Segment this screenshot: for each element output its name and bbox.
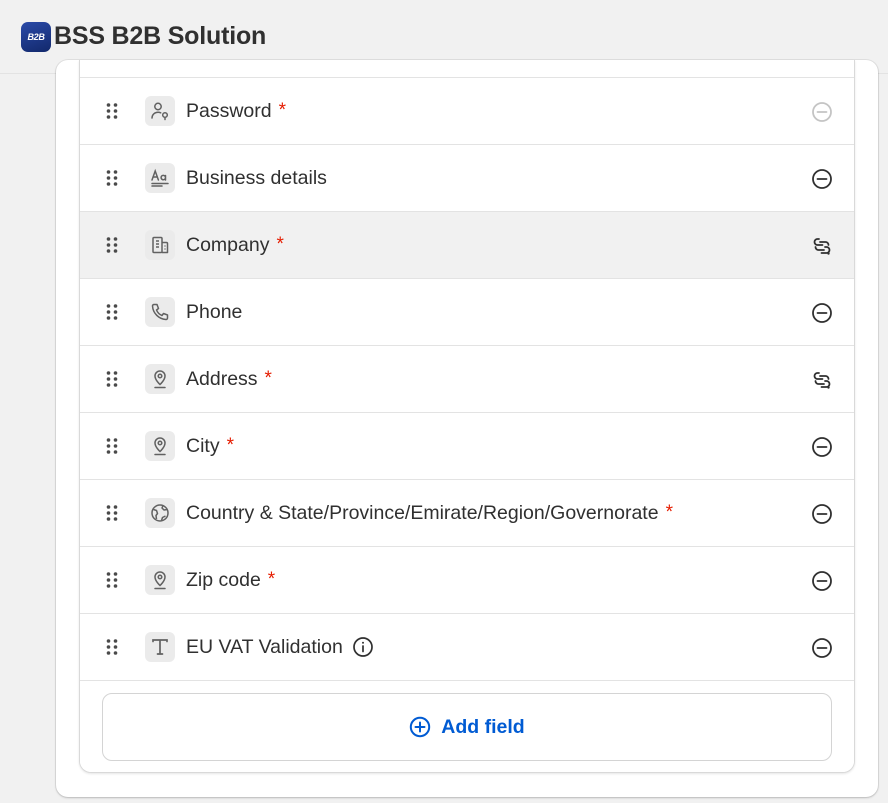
field-row[interactable]: Business details (80, 144, 854, 211)
location-pin-icon (145, 364, 175, 394)
field-label-text: Business details (186, 166, 327, 189)
field-label: Password * (186, 78, 286, 144)
remove-circle-disabled-icon (810, 100, 834, 124)
add-field-section: Add field (80, 680, 854, 772)
required-marker: * (665, 502, 673, 523)
field-label-text: Phone (186, 300, 243, 323)
drag-handle[interactable] (105, 236, 119, 254)
remove-circle-icon[interactable] (810, 435, 834, 459)
app-title: BSS B2B Solution (54, 22, 267, 50)
drag-handle[interactable] (105, 638, 119, 656)
building-icon (145, 230, 175, 260)
required-marker: * (278, 100, 287, 121)
field-row[interactable]: Zip code * (80, 546, 854, 613)
drag-handle-icon[interactable] (105, 370, 119, 388)
remove-circle-icon[interactable] (810, 301, 834, 325)
add-field-label: Add field (441, 715, 525, 738)
location-pin-icon (145, 565, 175, 595)
drag-handle[interactable] (105, 102, 119, 120)
field-label: Business details (186, 145, 327, 211)
field-label: Country & State/Province/Emirate/Region/… (186, 480, 673, 546)
required-marker: * (226, 435, 234, 456)
drag-handle[interactable] (105, 303, 119, 321)
field-label-text: Address (186, 367, 258, 390)
required-marker: * (267, 569, 276, 590)
drag-handle-icon[interactable] (105, 169, 119, 187)
field-label-text: Zip code (186, 568, 261, 591)
field-row[interactable]: Country & State/Province/Emirate/Region/… (80, 479, 854, 546)
field-label: Phone (186, 279, 242, 345)
field-row[interactable]: Password * (80, 77, 854, 144)
field-label: Company * (186, 212, 284, 278)
drag-handle[interactable] (105, 370, 119, 388)
field-label-text: City (186, 434, 220, 457)
field-row[interactable]: Phone (80, 278, 854, 345)
plus-circle-icon (410, 716, 431, 738)
person-lock-icon (145, 96, 175, 126)
fields-list-card: Password * Business details Company * Phone Ad… (79, 60, 855, 773)
add-field-button[interactable]: Add field (102, 693, 832, 761)
text-font-icon (145, 163, 175, 193)
drag-handle[interactable] (105, 169, 119, 187)
drag-handle[interactable] (105, 504, 119, 522)
fields-list: Password * Business details Company * Phone Ad… (80, 77, 854, 680)
drag-handle-icon[interactable] (105, 236, 119, 254)
drag-handle-icon[interactable] (105, 638, 119, 656)
remove-circle-icon[interactable] (810, 502, 834, 526)
location-pin-icon (145, 431, 175, 461)
field-label-text: Password (186, 99, 272, 122)
app-logo: B2B (21, 21, 51, 52)
drag-handle-icon[interactable] (105, 303, 119, 321)
drag-handle-icon[interactable] (105, 571, 119, 589)
drag-handle[interactable] (105, 437, 119, 455)
info-icon[interactable] (352, 636, 374, 658)
field-row[interactable]: EU VAT Validation (80, 613, 854, 680)
field-label: Zip code * (186, 547, 275, 613)
required-marker: * (264, 368, 272, 389)
connected-link-icon[interactable] (810, 368, 834, 392)
drag-handle-icon[interactable] (105, 504, 119, 522)
field-label: City * (186, 413, 234, 479)
field-row[interactable]: City * (80, 412, 854, 479)
field-row[interactable]: Address * (80, 345, 854, 412)
remove-circle-icon[interactable] (810, 636, 834, 660)
phone-icon (145, 297, 175, 327)
field-label-text: Country & State/Province/Emirate/Region/… (186, 501, 659, 524)
remove-circle-icon[interactable] (810, 569, 834, 593)
field-label-text: Company (186, 233, 270, 256)
drag-handle[interactable] (105, 571, 119, 589)
remove-circle-icon[interactable] (810, 167, 834, 191)
drag-handle-icon[interactable] (105, 102, 119, 120)
globe-icon (145, 498, 175, 528)
required-marker: * (276, 234, 284, 255)
field-row[interactable]: Company * (80, 211, 854, 278)
field-label: EU VAT Validation (186, 614, 374, 680)
connected-link-icon[interactable] (810, 234, 834, 258)
text-t-icon (145, 632, 175, 662)
drag-handle-icon[interactable] (105, 437, 119, 455)
field-label: Address * (186, 346, 272, 412)
field-label-text: EU VAT Validation (186, 635, 343, 658)
